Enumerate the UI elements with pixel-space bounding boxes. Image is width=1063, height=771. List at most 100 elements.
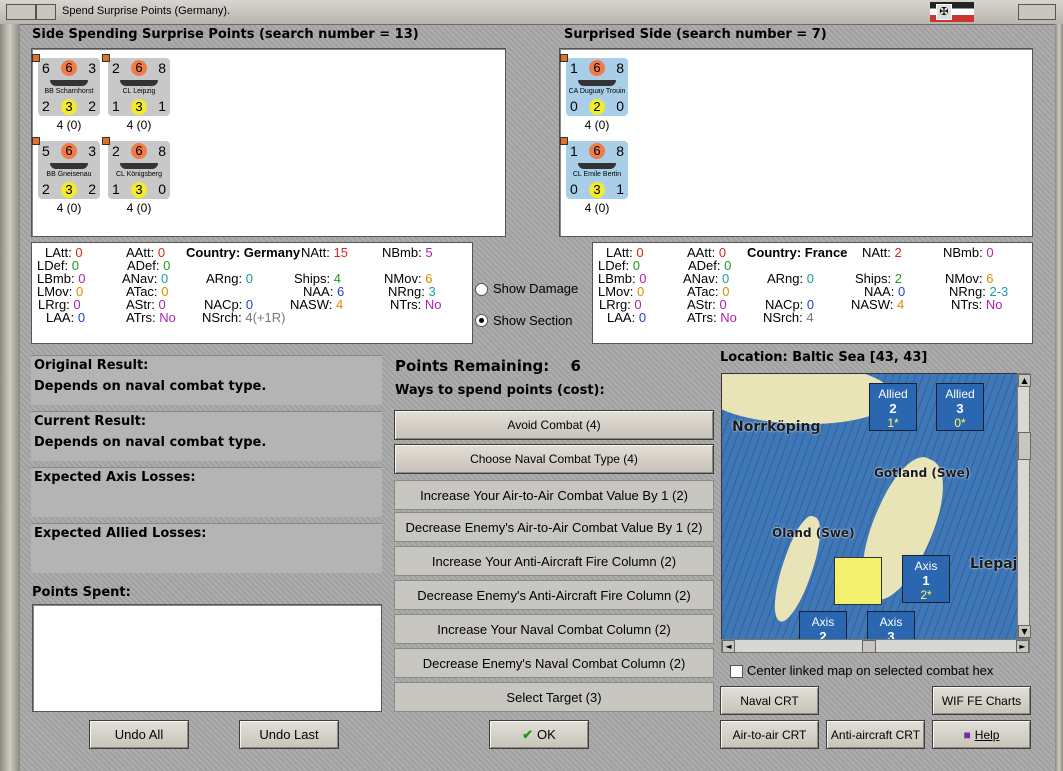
ship-counter[interactable]: 2 6 8 CL Königsberg 1 3 0 (102, 137, 170, 199)
scroll-up-icon[interactable]: ▲ (1018, 374, 1031, 387)
help-button[interactable]: ■ Help (932, 720, 1031, 749)
decrease-enemy-naval-combat-button[interactable]: Decrease Enemy's Naval Combat Column (2) (394, 648, 714, 678)
ship-counter[interactable]: 6 6 3 BB Scharnhorst 2 3 2 (32, 54, 100, 116)
ship-silhouette-icon (578, 163, 616, 169)
map-unit-allied-2[interactable]: Allied 2 1* (869, 383, 917, 431)
stat-label: ARng: (767, 271, 804, 286)
system-menu-button[interactable] (6, 4, 36, 20)
map-label-gotland: Gotland (Swe) (874, 466, 971, 480)
points-spent-list[interactable] (32, 604, 382, 712)
decrease-enemy-anti-aircraft-button[interactable]: Decrease Enemy's Anti-Aircraft Fire Colu… (394, 580, 714, 610)
stat-label: NBmb: (382, 245, 422, 260)
stat-label: NSrch: (202, 310, 242, 325)
counter-caption: 4 (0) (126, 118, 152, 132)
counter-top-center: 6 (61, 60, 77, 76)
counter-caption: 4 (0) (126, 201, 152, 215)
select-target-button[interactable]: Select Target (3) (394, 682, 714, 712)
counter-bottom-left: 0 (570, 181, 578, 197)
map-unit-axis-2[interactable]: Axis 2 (799, 611, 847, 640)
map-selected-ship-counter-icon[interactable] (834, 557, 882, 605)
stat-value: No (985, 297, 1003, 312)
air-to-air-crt-button[interactable]: Air-to-air CRT (720, 720, 819, 749)
ship-counter[interactable]: 1 6 8 CL Emile Bertin 0 3 1 (560, 137, 628, 199)
stat-natt: NAtt: 2 (862, 245, 902, 260)
ship-counter[interactable]: 5 6 3 BB Gneisenau 2 3 2 (32, 137, 100, 199)
stat-label: NBmb: (943, 245, 983, 260)
map-unit-axis-1[interactable]: Axis 1 2* (902, 555, 950, 603)
counter-ship-name: BB Scharnhorst (44, 88, 94, 95)
counter-bottom-right: 2 (88, 181, 96, 197)
stat-arng: ARng: 0 (767, 271, 814, 286)
map-unit-axis-3[interactable]: Axis 3 (867, 611, 915, 640)
counter-top-center: 6 (61, 143, 77, 159)
map-land-sweden (722, 374, 892, 424)
anti-aircraft-crt-button[interactable]: Anti-aircraft CRT (826, 720, 925, 749)
undo-all-button[interactable]: Undo All (89, 720, 189, 749)
stat-nbmb: NBmb: 5 (382, 245, 433, 260)
map-vertical-scrollbar[interactable]: ▲ ▼ (1017, 373, 1031, 639)
counter-top-right: 8 (158, 143, 166, 159)
scroll-down-icon[interactable]: ▼ (1018, 625, 1031, 638)
increase-naval-combat-button[interactable]: Increase Your Naval Combat Column (2) (394, 614, 714, 644)
window-title: Spend Surprise Points (Germany). (62, 5, 231, 17)
window-frame-right (1055, 24, 1063, 771)
ship-counter[interactable]: 1 6 8 CA Duguay Trouin 0 2 0 (560, 54, 628, 116)
ship-counter[interactable]: 2 6 8 CL Leipzig 1 3 1 (102, 54, 170, 116)
map-unit-strength: 3 (956, 401, 964, 416)
stat-atrs: ATrs: No (687, 310, 737, 325)
counter-caption: 4 (0) (56, 118, 82, 132)
original-result-box: Original Result: Depends on naval combat… (31, 355, 382, 405)
stat-nasw: NASW: 4 (851, 297, 904, 312)
undo-last-button[interactable]: Undo Last (239, 720, 339, 749)
counter-top-left: 6 (42, 60, 50, 76)
counter-ship-name: BB Gneisenau (46, 171, 92, 178)
stat-value: 0 (986, 245, 994, 260)
ship-silhouette-icon (50, 163, 88, 169)
show-damage-radio[interactable] (475, 283, 488, 296)
stat-label: NAtt: (862, 245, 891, 260)
show-section-radio[interactable] (475, 314, 488, 327)
avoid-combat-button[interactable]: Avoid Combat (4) (394, 410, 714, 440)
counter-ship-name: CL Königsberg (115, 171, 163, 178)
ok-button[interactable]: ✔ OK (489, 720, 589, 749)
nationality-flag-icon (102, 54, 110, 62)
checkmark-icon: ✔ (522, 726, 534, 742)
stat-value: 4(+1R) (245, 310, 286, 325)
close-button[interactable] (1018, 4, 1056, 20)
wif-fe-charts-button[interactable]: WIF FE Charts (932, 686, 1031, 715)
center-linked-map-checkbox[interactable] (730, 665, 743, 678)
stat-value: No (424, 297, 442, 312)
stat-label: LAA: (46, 310, 75, 325)
increase-air-to-air-button[interactable]: Increase Your Air-to-Air Combat Value By… (394, 480, 714, 510)
choose-naval-combat-type-button[interactable]: Choose Naval Combat Type (4) (394, 444, 714, 474)
nationality-flag-icon (560, 54, 568, 62)
right-counters-panel: 1 6 8 CA Duguay Trouin 0 2 0 4 (0) 1 6 8 CL Emile B… (559, 48, 1033, 237)
points-spent-label: Points Spent: (32, 585, 131, 600)
counter-top-right: 8 (616, 60, 624, 76)
increase-anti-aircraft-button[interactable]: Increase Your Anti-Aircraft Fire Column … (394, 546, 714, 576)
scroll-thumb-vertical[interactable] (1018, 432, 1031, 460)
scroll-left-icon[interactable]: ◄ (722, 640, 735, 653)
minimize-button[interactable] (36, 4, 56, 20)
nationality-flag-icon (102, 137, 110, 145)
map-horizontal-scrollbar[interactable]: ◄ ► (721, 639, 1030, 653)
counter-ship-name: CL Leipzig (122, 88, 156, 95)
map-unit-side: Allied (878, 387, 908, 401)
stat-value: 4 (897, 297, 905, 312)
stat-value: 0 (77, 310, 86, 325)
stat-laa: LAA: 0 (46, 310, 85, 325)
stat-value: 5 (425, 245, 433, 260)
counter-bottom-right: 2 (88, 98, 96, 114)
scroll-thumb-horizontal[interactable] (862, 640, 876, 653)
decrease-enemy-air-to-air-button[interactable]: Decrease Enemy's Air-to-Air Combat Value… (394, 512, 714, 542)
naval-crt-button[interactable]: Naval CRT (720, 686, 819, 715)
map-unit-allied-3[interactable]: Allied 3 0* (936, 383, 984, 431)
original-result-value: Depends on naval combat type. (34, 379, 267, 394)
scroll-right-icon[interactable]: ► (1016, 640, 1029, 653)
counter-bottom-right: 0 (158, 181, 166, 197)
stat-value: 2 (894, 245, 902, 260)
linked-map[interactable]: Norrköping Gotland (Swe) Öland (Swe) Lie… (721, 373, 1019, 641)
stat-ntrs: NTrs: No (390, 297, 442, 312)
counter-top-left: 5 (42, 143, 50, 159)
window-frame-left (0, 24, 20, 771)
